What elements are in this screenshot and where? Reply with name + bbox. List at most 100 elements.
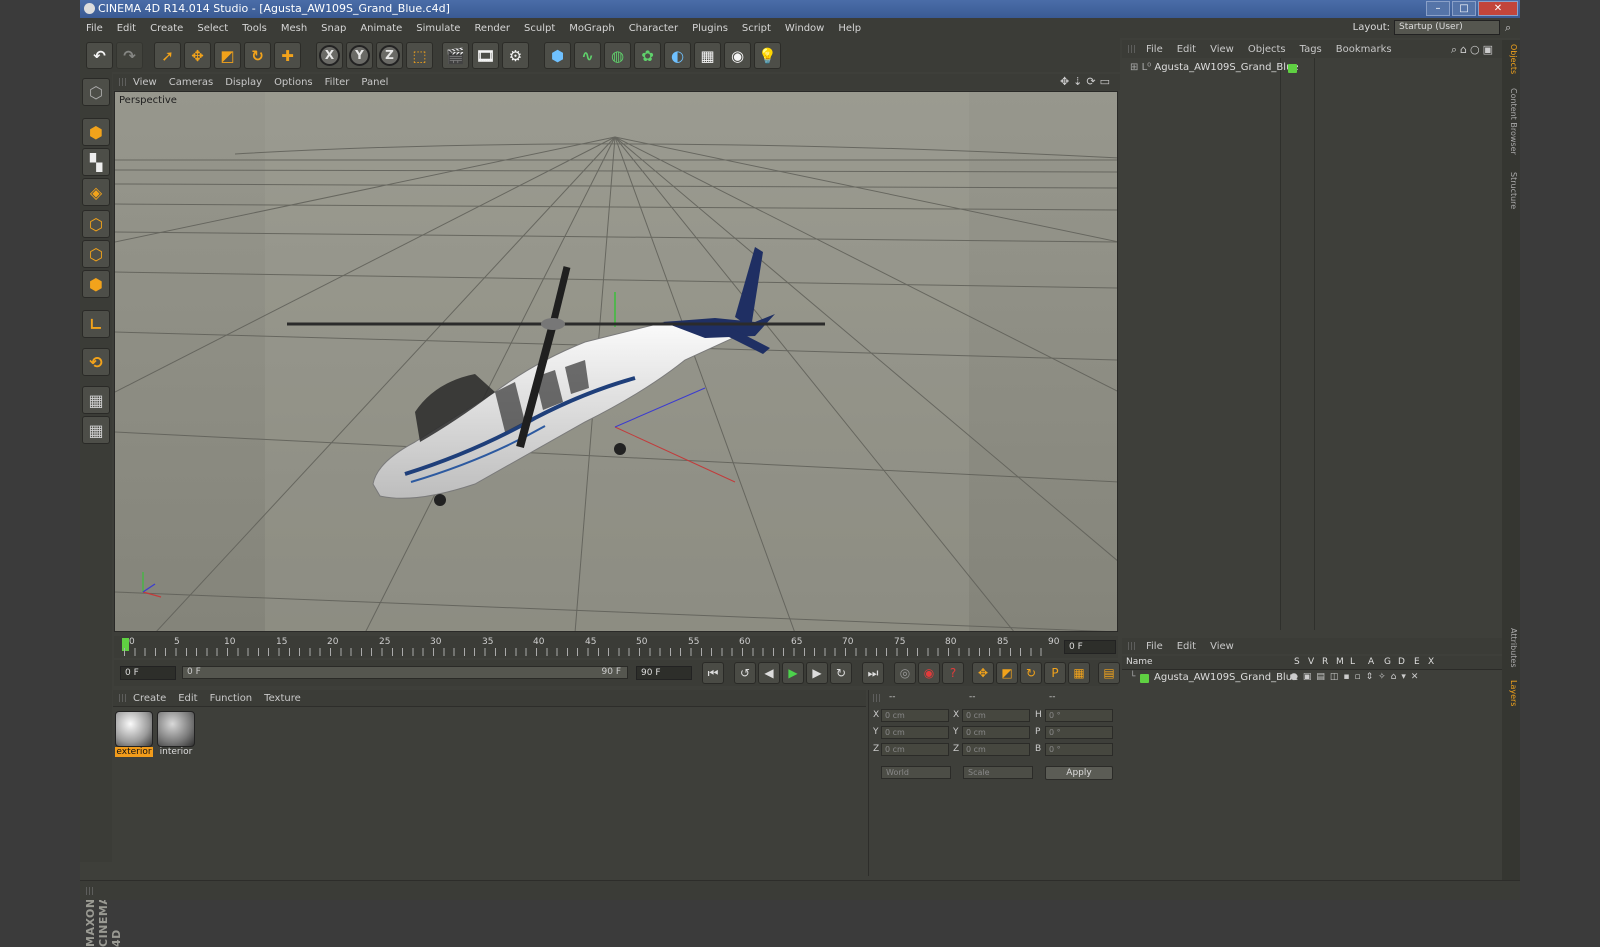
x-axis-icon[interactable]: X <box>316 42 343 69</box>
add-tool-icon[interactable]: ✚ <box>274 42 301 69</box>
light-icon[interactable]: 💡 <box>754 42 781 69</box>
viewport-nav-icons[interactable]: ✥⇣⟳▭ <box>1060 75 1114 88</box>
menu-window[interactable]: Window <box>785 23 824 34</box>
layer-color-icon[interactable] <box>1140 674 1149 683</box>
current-frame-field[interactable]: 0 F <box>1064 640 1116 654</box>
search-icon[interactable]: ⌕ <box>1505 21 1517 34</box>
rotation-h-field[interactable]: 0 ° <box>1045 709 1113 722</box>
render-view-icon[interactable]: 🎬 <box>442 42 469 69</box>
timeline-ruler[interactable]: 0 5 10 15 20 25 30 35 40 45 50 55 60 65 … <box>114 636 1118 658</box>
om-menu-file[interactable]: File <box>1146 44 1163 55</box>
position-z-field[interactable]: 0 cm <box>881 743 949 756</box>
timeline-window-icon[interactable]: ▤ <box>1098 662 1120 684</box>
tab-layers[interactable]: Layers <box>1504 680 1518 706</box>
lm-menu-file[interactable]: File <box>1146 641 1163 652</box>
tab-attributes[interactable]: Attributes <box>1504 628 1518 668</box>
make-editable-icon[interactable]: ⬡ <box>82 78 110 106</box>
viewport-menu-options[interactable]: Options <box>274 77 313 88</box>
edges-mode-icon[interactable]: ⬡ <box>82 240 110 268</box>
key-position-icon[interactable]: ✥ <box>972 662 994 684</box>
menu-snap[interactable]: Snap <box>321 23 346 34</box>
lm-menu-edit[interactable]: Edit <box>1177 641 1196 652</box>
menu-create[interactable]: Create <box>150 23 183 34</box>
model-mode-icon[interactable]: ⬢ <box>82 118 110 146</box>
live-selection-icon[interactable]: ➚ <box>154 42 181 69</box>
menu-render[interactable]: Render <box>474 23 510 34</box>
layer-color-icon[interactable] <box>1288 64 1297 73</box>
viewport-menu-cameras[interactable]: Cameras <box>169 77 213 88</box>
key-parameter-icon[interactable]: P <box>1044 662 1066 684</box>
axis-mode-icon[interactable]: ∟ <box>82 310 110 338</box>
loop-icon[interactable]: ↺ <box>734 662 756 684</box>
menu-help[interactable]: Help <box>838 23 861 34</box>
menu-mograph[interactable]: MoGraph <box>569 23 614 34</box>
menu-animate[interactable]: Animate <box>360 23 402 34</box>
position-x-field[interactable]: 0 cm <box>881 709 949 722</box>
workplane-icon[interactable]: ▦ <box>82 386 110 414</box>
go-to-end-icon[interactable]: ⏭ <box>862 662 884 684</box>
size-y-field[interactable]: 0 cm <box>962 726 1030 739</box>
polygons-mode-icon[interactable]: ⬢ <box>82 270 110 298</box>
workplane-mode-icon[interactable]: ◈ <box>82 178 110 206</box>
material-menu-create[interactable]: Create <box>133 693 166 704</box>
tab-structure[interactable]: Structure <box>1504 172 1518 209</box>
object-row[interactable]: ⊞ L⁰ Agusta_AW109S_Grand_Blue <box>1130 62 1299 73</box>
y-axis-icon[interactable]: Y <box>346 42 373 69</box>
coordinate-mode-select[interactable]: World <box>881 766 951 779</box>
points-mode-icon[interactable]: ⬡ <box>82 210 110 238</box>
key-pla-icon[interactable]: ▦ <box>1068 662 1090 684</box>
autokey-icon[interactable]: ? <box>942 662 964 684</box>
end-frame-field[interactable]: 90 F <box>636 666 692 680</box>
menu-tools[interactable]: Tools <box>242 23 267 34</box>
key-scale-icon[interactable]: ◩ <box>996 662 1018 684</box>
layer-toggle-icons[interactable]: ●▣▤◫▪▫⇕✧⌂▾✕ <box>1290 672 1423 682</box>
apply-button[interactable]: Apply <box>1045 766 1113 780</box>
expand-icon[interactable]: ⊞ <box>1130 62 1138 73</box>
undo-icon[interactable]: ↶ <box>86 42 113 69</box>
record-keys-icon[interactable]: ◉ <box>918 662 940 684</box>
menu-sculpt[interactable]: Sculpt <box>524 23 555 34</box>
move-tool-icon[interactable]: ✥ <box>184 42 211 69</box>
nurbs-icon[interactable]: ◍ <box>604 42 631 69</box>
layout-select[interactable]: Startup (User) <box>1394 20 1500 35</box>
position-y-field[interactable]: 0 cm <box>881 726 949 739</box>
menu-edit[interactable]: Edit <box>117 23 136 34</box>
z-axis-icon[interactable]: Z <box>376 42 403 69</box>
material-interior[interactable]: interior <box>157 711 195 757</box>
spline-icon[interactable]: ∿ <box>574 42 601 69</box>
menu-script[interactable]: Script <box>742 23 771 34</box>
array-icon[interactable]: ✿ <box>634 42 661 69</box>
viewport-menu-view[interactable]: View <box>133 77 157 88</box>
perspective-viewport[interactable]: Perspective <box>114 91 1118 632</box>
size-x-field[interactable]: 0 cm <box>962 709 1030 722</box>
step-back-icon[interactable]: ◀ <box>758 662 780 684</box>
scale-tool-icon[interactable]: ◩ <box>214 42 241 69</box>
om-menu-view[interactable]: View <box>1210 44 1234 55</box>
cube-object-icon[interactable]: ⬢ <box>544 42 571 69</box>
redo-icon[interactable]: ↷ <box>116 42 143 69</box>
frame-range-slider[interactable]: 0 F 90 F <box>182 666 628 679</box>
om-menu-edit[interactable]: Edit <box>1177 44 1196 55</box>
deformer-icon[interactable]: ◐ <box>664 42 691 69</box>
texture-mode-icon[interactable]: ▚ <box>82 148 110 176</box>
om-menu-objects[interactable]: Objects <box>1248 44 1286 55</box>
snap-icon[interactable]: ⟲ <box>82 348 110 376</box>
close-button[interactable]: ✕ <box>1478 1 1518 16</box>
start-frame-field[interactable]: 0 F <box>120 666 176 680</box>
transform-mode-select[interactable]: Scale <box>963 766 1033 779</box>
viewport-menu-filter[interactable]: Filter <box>325 77 350 88</box>
rotation-b-field[interactable]: 0 ° <box>1045 743 1113 756</box>
menu-character[interactable]: Character <box>629 23 678 34</box>
material-menu-function[interactable]: Function <box>210 693 253 704</box>
motion-record-icon[interactable]: ◎ <box>894 662 916 684</box>
size-z-field[interactable]: 0 cm <box>962 743 1030 756</box>
viewport-menu-panel[interactable]: Panel <box>361 77 388 88</box>
layer-row[interactable]: └ Agusta_AW109S_Grand_Blue ●▣▤◫▪▫⇕✧⌂▾✕ <box>1126 672 1496 685</box>
om-menu-tags[interactable]: Tags <box>1300 44 1322 55</box>
minimize-button[interactable]: – <box>1426 1 1450 16</box>
maximize-button[interactable]: □ <box>1452 1 1476 16</box>
material-exterior[interactable]: exterior <box>115 711 153 757</box>
render-settings-icon[interactable]: ⚙ <box>502 42 529 69</box>
material-menu-edit[interactable]: Edit <box>178 693 197 704</box>
material-menu-texture[interactable]: Texture <box>264 693 301 704</box>
